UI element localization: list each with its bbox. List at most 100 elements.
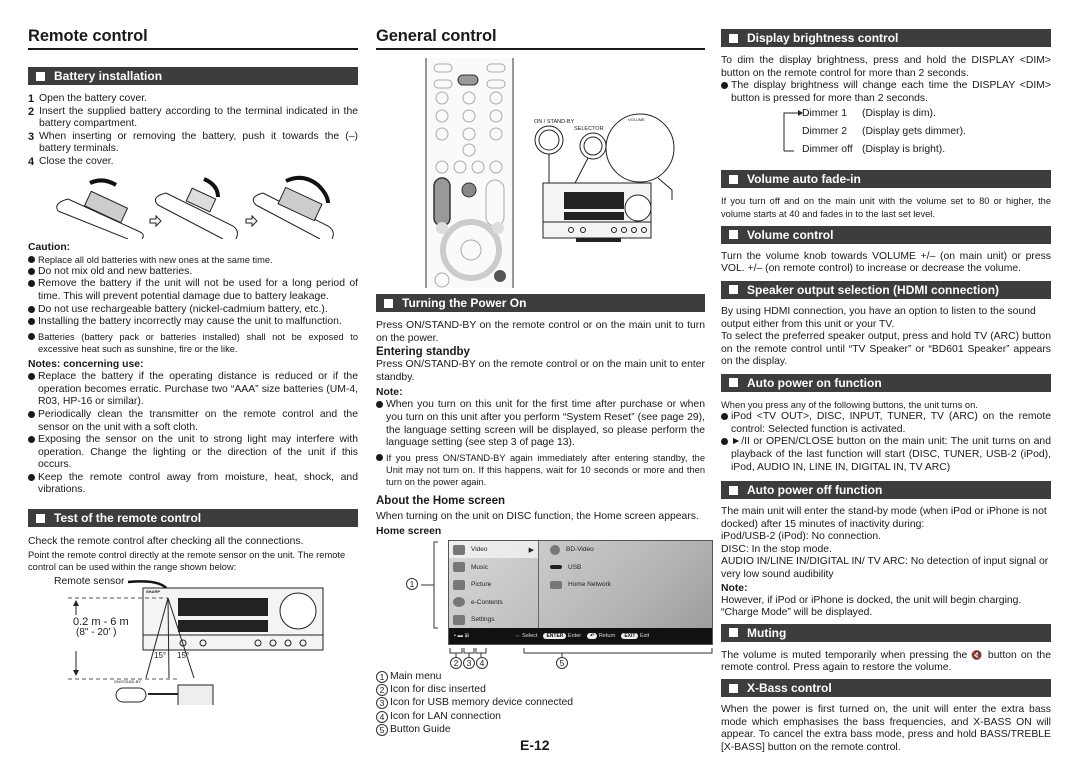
square-bullet-icon xyxy=(384,298,393,308)
step-item: 4 Close the cover. xyxy=(28,155,114,168)
angle-left: 15° xyxy=(154,651,167,661)
caution-list: Replace all old batteries with new ones … xyxy=(28,254,358,356)
bullet-icon xyxy=(721,411,731,421)
bullet-icon xyxy=(28,304,38,313)
caution-item: Do not mix old and new batteries. xyxy=(28,266,358,279)
column-remote-control: Remote control Battery installation 1 Ope… xyxy=(28,0,358,706)
section-bar-speaker-output: Speaker output selection (HDMI connectio… xyxy=(721,280,1051,299)
section-bar-volume-control: Volume control xyxy=(721,225,1051,244)
brightness-bullets: The display brightness will change each … xyxy=(721,80,1051,105)
square-bullet-icon xyxy=(729,33,738,43)
auto-power-on-text: When you press any of the following butt… xyxy=(721,399,978,410)
test-text-2: Point the remote control directly at the… xyxy=(28,549,346,572)
home-screen-text: When turning on the unit on DISC functio… xyxy=(376,511,699,523)
square-bullet-icon xyxy=(729,230,738,240)
bullet-icon xyxy=(28,409,38,418)
muting-text: The volume is muted temporarily when pre… xyxy=(721,649,1051,674)
note-label: Note: xyxy=(376,387,403,399)
caution-item: Batteries (battery pack or batteries ins… xyxy=(28,331,358,355)
bullet-icon xyxy=(28,266,38,275)
callout-4: 4 xyxy=(476,656,488,669)
volume-control-text: Turn the volume knob towards VOLUME +/– … xyxy=(721,250,1051,275)
on-standby-button-label: ON / STAND-BY xyxy=(534,119,575,125)
notes-list: Replace the battery if the operating dis… xyxy=(28,371,358,497)
square-bullet-icon xyxy=(729,485,738,495)
legend-item: 4 Icon for LAN connection xyxy=(376,710,705,723)
square-bullet-icon xyxy=(729,378,738,388)
section-title: Volume auto fade-in xyxy=(747,172,861,187)
dimmer-1-row: Dimmer 1 (Display is dim). xyxy=(802,108,936,120)
home-screen-illustration: Video ▶ Music Picture e-Contents Settings… xyxy=(376,539,726,670)
standby-text: Press ON/STAND-BY on the remote control … xyxy=(376,359,705,383)
battery-steps: 1 Open the battery cover. 2 Insert the sup… xyxy=(28,93,358,169)
page-heading-remote-control: Remote control xyxy=(28,27,358,50)
bullet-icon xyxy=(376,452,386,461)
brightness-bullet: The display brightness will change each … xyxy=(721,80,1051,105)
legend-item: 1 Main menu xyxy=(376,670,705,683)
volume-knob-label: VOLUME xyxy=(628,117,645,122)
auto-power-on-item: iPod <TV OUT>, DISC, INPUT, TUNER, TV (A… xyxy=(721,411,1051,436)
note-item: If you press ON/STAND-BY again immediate… xyxy=(376,452,705,489)
column-controls: Display brightness control To dim the di… xyxy=(721,0,1051,754)
bullet-icon xyxy=(28,254,38,263)
caution-item: Do not use rechargeable battery (nickel-… xyxy=(28,304,358,317)
auto-power-off-note: “Charge Mode” will be displayed. xyxy=(721,607,873,619)
battery-steps-drawing xyxy=(56,175,334,239)
callout-lines xyxy=(421,541,713,657)
note-item: Keep the remote control away from moistu… xyxy=(28,472,358,497)
notes-label: Notes: concerning use: xyxy=(28,359,144,371)
section-title: Display brightness control xyxy=(747,31,899,45)
page-number: E-12 xyxy=(520,737,550,753)
bullet-icon xyxy=(721,80,731,90)
bullet-icon xyxy=(28,371,38,381)
section-title: Auto power on function xyxy=(747,375,882,390)
column-general-control: General control ON / STAND-BY SELECTOR V… xyxy=(376,0,713,736)
bullet-icon xyxy=(28,316,38,326)
bullet-icon xyxy=(28,434,38,444)
square-bullet-icon xyxy=(36,513,45,523)
section-bar-volume-fade: Volume auto fade-in xyxy=(721,170,1051,189)
section-bar-xbass: X-Bass control xyxy=(721,679,1051,698)
section-title: Muting xyxy=(747,625,787,640)
note-item: Exposing the sensor on the unit to stron… xyxy=(28,434,358,472)
volume-fade-text: If you turn off and on the main unit wit… xyxy=(721,196,1051,219)
auto-power-off-line: AUDIO IN/LINE IN/DIGITAL IN/ TV ARC: No … xyxy=(721,556,1049,581)
brightness-text: To dim the display brightness, press and… xyxy=(721,55,1051,79)
step-item: 1 Open the battery cover. xyxy=(28,93,148,105)
remote-and-unit-drawing xyxy=(425,58,675,288)
callout-2: 2 xyxy=(450,656,462,669)
auto-power-off-note: However, if iPod or iPhone is docked, th… xyxy=(721,594,1022,606)
on-standby-label: ON/STAND-BY xyxy=(114,679,142,685)
range-diagram xyxy=(68,580,324,706)
caution-item: Installing the battery incorrectly may c… xyxy=(28,316,358,329)
callout-1: 1 xyxy=(406,577,418,590)
xbass-text: When the power is first turned on, the u… xyxy=(721,704,1051,753)
bullet-icon xyxy=(721,436,731,446)
speaker-output-text-1: By using HDMI connection, you have an op… xyxy=(721,305,1036,330)
section-title: Speaker output selection (HDMI connectio… xyxy=(747,282,1000,297)
section-bar-turning-power-on: Turning the Power On xyxy=(376,294,705,312)
auto-power-off-line: iPod/USB-2 (iPod): No connection. xyxy=(721,531,881,543)
section-bar-auto-power-on: Auto power on function xyxy=(721,373,1051,392)
section-bar-battery-installation: Battery installation xyxy=(28,67,358,85)
square-bullet-icon xyxy=(729,628,738,638)
bullet-icon xyxy=(28,472,38,481)
note-item: Replace the battery if the operating dis… xyxy=(28,371,358,409)
mute-icon: 🔇 xyxy=(971,649,984,660)
section-title: Turning the Power On xyxy=(402,296,527,310)
section-bar-display-brightness: Display brightness control xyxy=(721,29,1051,47)
bullet-icon xyxy=(28,331,38,340)
auto-power-off-line: DISC: In the stop mode. xyxy=(721,543,832,555)
home-screen-label: Home screen xyxy=(376,525,442,537)
section-bar-auto-power-off: Auto power off function xyxy=(721,481,1051,500)
step-item: 2 Insert the supplied battery according t… xyxy=(28,105,358,130)
note-item: Periodically clean the transmitter on th… xyxy=(28,409,358,434)
bullet-icon xyxy=(376,399,386,409)
square-bullet-icon xyxy=(36,71,45,81)
auto-power-on-list: iPod <TV OUT>, DISC, INPUT, TUNER, TV (A… xyxy=(721,411,1051,474)
page-heading-general-control: General control xyxy=(376,27,705,50)
note-item: When you turn on this unit for the first… xyxy=(376,399,705,449)
square-bullet-icon xyxy=(729,285,738,295)
callout-5: 5 xyxy=(556,656,568,669)
legend-item: 5 Button Guide xyxy=(376,723,705,736)
